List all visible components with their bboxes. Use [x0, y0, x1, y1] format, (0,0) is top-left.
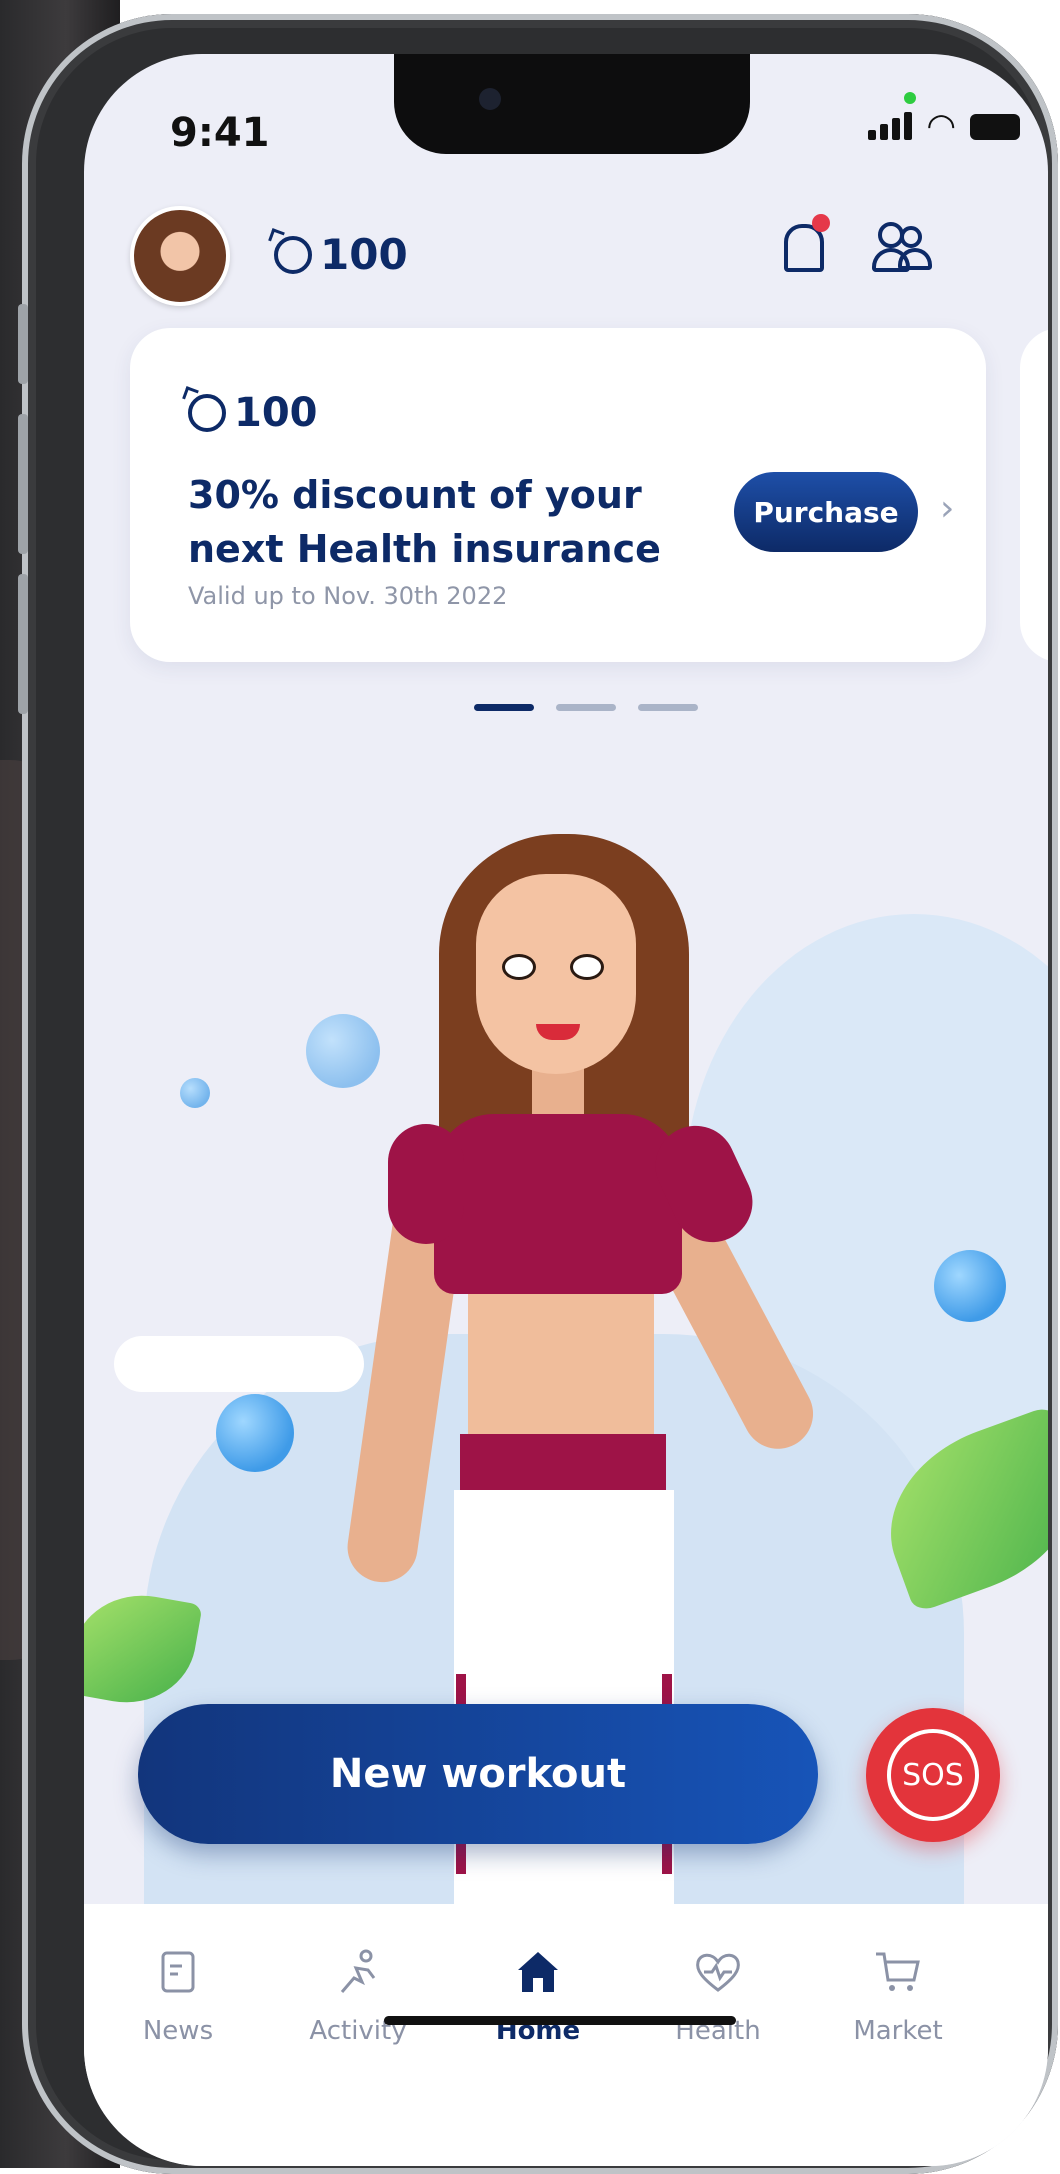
- people-icon[interactable]: [872, 222, 934, 272]
- bottom-tab-bar: News Activity Home Health Market: [84, 1904, 1048, 2166]
- bubble-decoration: [306, 1014, 380, 1088]
- tab-label: Market: [853, 2016, 943, 2046]
- next-card-peek[interactable]: [1020, 328, 1048, 662]
- bubble-decoration: [216, 1394, 294, 1472]
- cloud-shape: [114, 1336, 364, 1392]
- card-points: 100: [188, 390, 318, 436]
- promo-card[interactable]: 100 30% discount of your next Health ins…: [130, 328, 986, 662]
- promo-validity: Valid up to Nov. 30th 2022: [188, 582, 508, 610]
- chevron-right-icon[interactable]: ›: [940, 488, 954, 529]
- bubble-decoration: [934, 1250, 1006, 1322]
- signal-icon: [868, 112, 913, 140]
- running-icon: [334, 1948, 382, 1996]
- camera-dot: [479, 88, 501, 110]
- status-time: 9:41: [170, 110, 270, 156]
- battery-icon: [970, 114, 1020, 140]
- news-icon: [154, 1948, 202, 1996]
- app-screen: 9:41 ◠ 100 100 30% discount of your next…: [84, 54, 1048, 2166]
- bubble-decoration: [180, 1078, 210, 1108]
- tab-home[interactable]: Home: [458, 1948, 618, 2046]
- volume-down-button: [18, 574, 28, 714]
- carousel-dot[interactable]: [638, 704, 698, 711]
- home-indicator[interactable]: [384, 2016, 736, 2025]
- tab-news[interactable]: News: [98, 1948, 258, 2046]
- coin-icon: [188, 394, 226, 432]
- card-points-value: 100: [234, 390, 318, 436]
- user-avatar[interactable]: [130, 206, 230, 306]
- promo-title: 30% discount of your next Health insuran…: [188, 473, 661, 571]
- new-workout-button[interactable]: New workout: [138, 1704, 818, 1844]
- phone-frame: 9:41 ◠ 100 100 30% discount of your next…: [18, 14, 1058, 2174]
- carousel-dot[interactable]: [556, 704, 616, 711]
- volume-up-button: [18, 414, 28, 554]
- carousel-dot[interactable]: [474, 704, 534, 711]
- notification-badge: [812, 214, 830, 232]
- heart-pulse-icon: [694, 1948, 742, 1996]
- points-balance[interactable]: 100: [274, 230, 408, 279]
- sos-button[interactable]: SOS: [866, 1708, 1000, 1842]
- points-value: 100: [320, 230, 408, 279]
- home-icon: [514, 1948, 562, 1996]
- status-icons: ◠: [868, 106, 1020, 146]
- wifi-icon: ◠: [926, 106, 956, 146]
- purchase-button[interactable]: Purchase: [734, 472, 918, 552]
- mute-switch: [18, 304, 28, 384]
- tab-activity[interactable]: Activity: [278, 1948, 438, 2046]
- cart-icon: [874, 1948, 922, 1996]
- tab-market[interactable]: Market: [818, 1948, 978, 2046]
- sos-label: SOS: [887, 1729, 979, 1821]
- camera-indicator-dot: [904, 92, 916, 104]
- coin-icon: [274, 235, 312, 274]
- notch: [394, 54, 750, 154]
- tab-health[interactable]: Health: [638, 1948, 798, 2046]
- carousel-indicator: [474, 704, 698, 711]
- tab-label: News: [142, 2016, 214, 2046]
